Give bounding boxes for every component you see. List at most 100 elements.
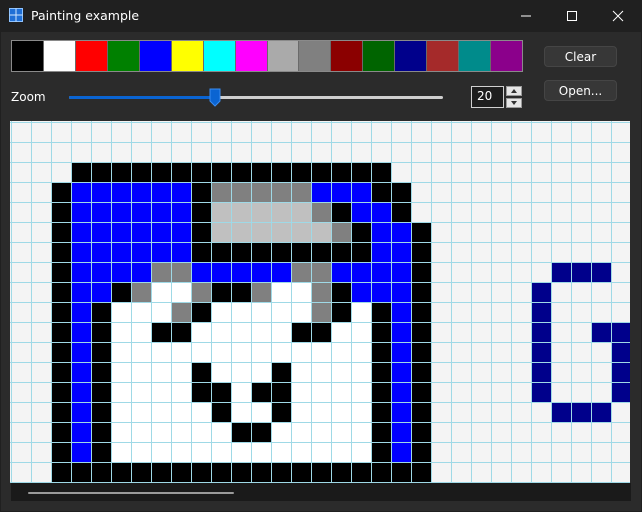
pixel-cell[interactable] <box>411 422 431 442</box>
pixel-cell[interactable] <box>391 182 411 202</box>
pixel-cell[interactable] <box>351 402 371 422</box>
pixel-cell[interactable] <box>291 282 311 302</box>
pixel-cell[interactable] <box>331 282 351 302</box>
pixel-cell[interactable] <box>191 242 211 262</box>
pixel-cell[interactable] <box>231 242 251 262</box>
pixel-cell[interactable] <box>311 322 331 342</box>
pixel-cell[interactable] <box>211 242 231 262</box>
pixel-cell[interactable] <box>131 242 151 262</box>
pixel-cell[interactable] <box>51 182 71 202</box>
pixel-cell[interactable] <box>211 302 231 322</box>
pixel-cell[interactable] <box>371 322 391 342</box>
pixel-cell[interactable] <box>111 262 131 282</box>
pixel-cell[interactable] <box>371 182 391 202</box>
pixel-cell[interactable] <box>191 262 211 282</box>
pixel-cell[interactable] <box>251 262 271 282</box>
pixel-cell[interactable] <box>271 262 291 282</box>
pixel-cell[interactable] <box>251 342 271 362</box>
pixel-cell[interactable] <box>551 402 571 422</box>
pixel-cell[interactable] <box>171 242 191 262</box>
pixel-cell[interactable] <box>191 282 211 302</box>
pixel-cell[interactable] <box>211 262 231 282</box>
pixel-cell[interactable] <box>151 202 171 222</box>
pixel-cell[interactable] <box>51 462 71 482</box>
pixel-cell[interactable] <box>571 262 591 282</box>
pixel-cell[interactable] <box>151 342 171 362</box>
pixel-cell[interactable] <box>311 222 331 242</box>
pixel-cell[interactable] <box>251 422 271 442</box>
pixel-cell[interactable] <box>311 242 331 262</box>
pixel-cell[interactable] <box>531 302 551 322</box>
pixel-cell[interactable] <box>291 422 311 442</box>
pixel-cell[interactable] <box>131 462 151 482</box>
pixel-cell[interactable] <box>271 162 291 182</box>
pixel-cell[interactable] <box>311 402 331 422</box>
pixel-cell[interactable] <box>331 462 351 482</box>
pixel-cell[interactable] <box>171 222 191 242</box>
pixel-cell[interactable] <box>51 402 71 422</box>
pixel-cell[interactable] <box>91 462 111 482</box>
pixel-cell[interactable] <box>131 442 151 462</box>
pixel-cell[interactable] <box>251 242 271 262</box>
pixel-cell[interactable] <box>91 182 111 202</box>
pixel-cell[interactable] <box>331 442 351 462</box>
pixel-cell[interactable] <box>231 162 251 182</box>
pixel-cell[interactable] <box>231 422 251 442</box>
pixel-cell[interactable] <box>171 362 191 382</box>
pixel-cell[interactable] <box>371 362 391 382</box>
pixel-cell[interactable] <box>331 302 351 322</box>
pixel-cell[interactable] <box>351 242 371 262</box>
pixel-cell[interactable] <box>251 462 271 482</box>
pixel-cell[interactable] <box>171 422 191 442</box>
pixel-cell[interactable] <box>251 202 271 222</box>
pixel-cell[interactable] <box>331 182 351 202</box>
pixel-cell[interactable] <box>171 462 191 482</box>
pixel-cell[interactable] <box>391 222 411 242</box>
pixel-cell[interactable] <box>251 162 271 182</box>
pixel-cell[interactable] <box>531 282 551 302</box>
pixel-cell[interactable] <box>211 462 231 482</box>
pixel-cell[interactable] <box>391 442 411 462</box>
pixel-cell[interactable] <box>231 402 251 422</box>
pixel-cell[interactable] <box>71 362 91 382</box>
pixel-cell[interactable] <box>591 402 611 422</box>
zoom-spinbox[interactable]: 20 <box>471 86 504 108</box>
pixel-cell[interactable] <box>191 362 211 382</box>
pixel-cell[interactable] <box>111 422 131 442</box>
pixel-cell[interactable] <box>291 162 311 182</box>
pixel-cell[interactable] <box>171 322 191 342</box>
color-swatch[interactable] <box>331 41 364 71</box>
pixel-cell[interactable] <box>111 302 131 322</box>
pixel-cell[interactable] <box>231 342 251 362</box>
pixel-cell[interactable] <box>91 242 111 262</box>
pixel-cell[interactable] <box>71 182 91 202</box>
pixel-cell[interactable] <box>51 222 71 242</box>
pixel-cell[interactable] <box>391 202 411 222</box>
pixel-cell[interactable] <box>211 362 231 382</box>
pixel-cell[interactable] <box>251 282 271 302</box>
pixel-cell[interactable] <box>311 262 331 282</box>
pixel-cell[interactable] <box>371 242 391 262</box>
pixel-cell[interactable] <box>131 422 151 442</box>
pixel-cell[interactable] <box>311 202 331 222</box>
pixel-cell[interactable] <box>191 402 211 422</box>
pixel-cell[interactable] <box>151 242 171 262</box>
pixel-cell[interactable] <box>211 422 231 442</box>
pixel-cell[interactable] <box>331 362 351 382</box>
color-swatch[interactable] <box>491 41 522 71</box>
pixel-cell[interactable] <box>151 442 171 462</box>
pixel-cell[interactable] <box>131 302 151 322</box>
pixel-cell[interactable] <box>71 302 91 322</box>
pixel-cell[interactable] <box>251 402 271 422</box>
pixel-cell[interactable] <box>331 242 351 262</box>
pixel-cell[interactable] <box>231 282 251 302</box>
pixel-cell[interactable] <box>151 262 171 282</box>
pixel-cell[interactable] <box>191 202 211 222</box>
pixel-cell[interactable] <box>111 402 131 422</box>
pixel-cell[interactable] <box>291 242 311 262</box>
pixel-cell[interactable] <box>111 202 131 222</box>
pixel-cell[interactable] <box>271 182 291 202</box>
pixel-cell[interactable] <box>371 202 391 222</box>
pixel-cell[interactable] <box>131 402 151 422</box>
pixel-cell[interactable] <box>71 222 91 242</box>
